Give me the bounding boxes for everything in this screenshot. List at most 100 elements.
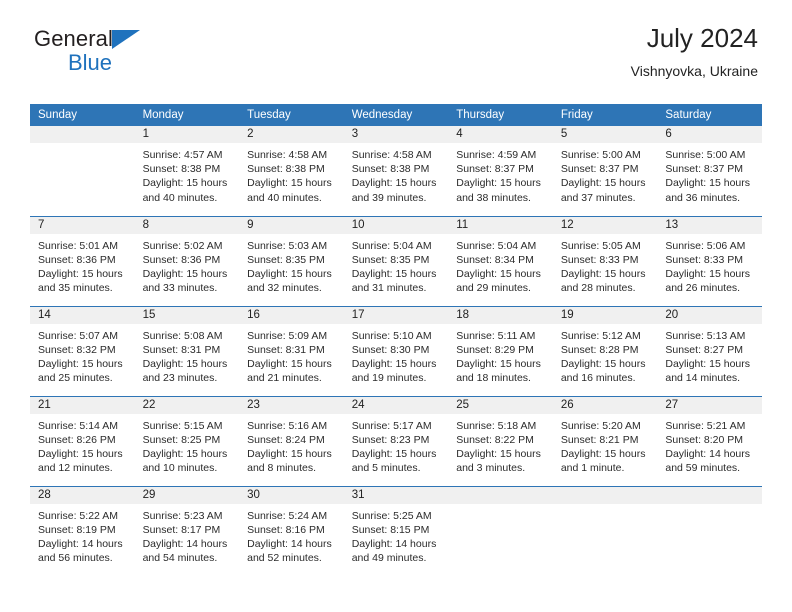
daylight-text-line1: Daylight: 14 hours [247,537,332,550]
sunrise-text: Sunrise: 4:58 AM [351,149,432,161]
day-cell[interactable] [552,485,658,576]
day-number: 9 [239,216,344,234]
daylight-text-line1: Daylight: 15 hours [456,357,541,370]
day-details: Sunrise: 5:08 AM Sunset: 8:31 PM Dayligh… [135,324,240,386]
day-cell[interactable]: 23 Sunrise: 5:16 AM Sunset: 8:24 PM Dayl… [239,395,344,486]
day-cell[interactable]: 24 Sunrise: 5:17 AM Sunset: 8:23 PM Dayl… [343,395,449,486]
day-cell[interactable]: 11 Sunrise: 5:04 AM Sunset: 8:34 PM Dayl… [448,215,553,306]
weekday-header-monday: Monday [134,104,240,126]
daylight-text-line1: Daylight: 14 hours [351,537,437,550]
sunrise-text: Sunrise: 5:16 AM [247,419,328,432]
logo-word-blue: Blue [68,50,113,75]
day-cell[interactable]: 30 Sunrise: 5:24 AM Sunset: 8:16 PM Dayl… [239,485,344,576]
sunset-text: Sunset: 8:27 PM [665,343,744,356]
week-row: 1 Sunrise: 4:57 AM Sunset: 8:38 PM Dayli… [30,126,762,216]
logo-word-general: General [34,26,113,51]
sunset-text: Sunset: 8:21 PM [560,433,639,446]
week-row: 21 Sunrise: 5:14 AM Sunset: 8:26 PM Dayl… [30,395,762,486]
day-cell[interactable]: 19 Sunrise: 5:12 AM Sunset: 8:28 PM Dayl… [552,305,658,396]
day-number: 16 [239,306,344,324]
day-cell[interactable] [448,485,553,576]
day-cell[interactable]: 2 Sunrise: 4:58 AM Sunset: 8:38 PM Dayli… [239,126,344,216]
day-cell[interactable]: 1 Sunrise: 4:57 AM Sunset: 8:38 PM Dayli… [134,126,240,216]
daylight-text-line1: Daylight: 15 hours [351,267,437,280]
day-cell[interactable]: 12 Sunrise: 5:05 AM Sunset: 8:33 PM Dayl… [552,215,658,306]
weekday-header-thursday: Thursday [448,104,553,126]
day-number: 12 [552,216,658,234]
sunset-text: Sunset: 8:33 PM [560,253,639,266]
sunset-text: Sunset: 8:38 PM [142,163,221,176]
day-cell[interactable] [657,485,762,576]
daylight-text-line2: and 33 minutes. [142,282,218,295]
day-cell[interactable]: 14 Sunrise: 5:07 AM Sunset: 8:32 PM Dayl… [30,305,135,396]
sunset-text: Sunset: 8:33 PM [665,253,744,266]
daylight-text-line2: and 40 minutes. [142,191,218,204]
day-cell[interactable]: 9 Sunrise: 5:03 AM Sunset: 8:35 PM Dayli… [239,215,344,306]
day-cell[interactable]: 18 Sunrise: 5:11 AM Sunset: 8:29 PM Dayl… [448,305,553,396]
day-cell[interactable]: 17 Sunrise: 5:10 AM Sunset: 8:30 PM Dayl… [343,305,449,396]
daylight-text-line1: Daylight: 15 hours [351,177,437,190]
day-cell[interactable]: 6 Sunrise: 5:00 AM Sunset: 8:37 PM Dayli… [657,126,762,216]
day-number: 14 [30,306,135,324]
logo-top-row: General [34,28,140,50]
sunset-text: Sunset: 8:22 PM [456,433,534,446]
daylight-text-line2: and 36 minutes. [665,191,741,204]
daylight-text-line2: and 5 minutes. [351,462,421,475]
sunset-text: Sunset: 8:38 PM [247,163,325,176]
day-number: 27 [657,396,762,414]
sunrise-text: Sunrise: 5:03 AM [247,239,328,252]
daylight-text-line1: Daylight: 14 hours [665,447,751,460]
sunset-text: Sunset: 8:31 PM [247,343,325,356]
daylight-text-line2: and 14 minutes. [665,372,741,385]
day-cell[interactable]: 13 Sunrise: 5:06 AM Sunset: 8:33 PM Dayl… [657,215,762,306]
day-cell[interactable] [30,126,135,216]
day-cell[interactable]: 20 Sunrise: 5:13 AM Sunset: 8:27 PM Dayl… [657,305,762,396]
day-cell[interactable]: 31 Sunrise: 5:25 AM Sunset: 8:15 PM Dayl… [343,485,449,576]
day-cell[interactable]: 16 Sunrise: 5:09 AM Sunset: 8:31 PM Dayl… [239,305,344,396]
day-cell[interactable]: 10 Sunrise: 5:04 AM Sunset: 8:35 PM Dayl… [343,215,449,306]
day-cell[interactable]: 27 Sunrise: 5:21 AM Sunset: 8:20 PM Dayl… [657,395,762,486]
calendar-table: Sunday Monday Tuesday Wednesday Thursday… [30,104,762,576]
sunset-text: Sunset: 8:16 PM [247,523,325,536]
daylight-text-line1: Daylight: 15 hours [38,357,123,370]
day-number [657,486,762,504]
week-row: 28 Sunrise: 5:22 AM Sunset: 8:19 PM Dayl… [30,485,762,576]
day-cell[interactable]: 22 Sunrise: 5:15 AM Sunset: 8:25 PM Dayl… [134,395,240,486]
calendar-container: Sunday Monday Tuesday Wednesday Thursday… [30,104,762,576]
sunrise-text: Sunrise: 5:06 AM [665,239,746,252]
daylight-text-line2: and 54 minutes. [142,552,218,565]
sunset-text: Sunset: 8:38 PM [351,163,430,176]
day-cell[interactable]: 5 Sunrise: 5:00 AM Sunset: 8:37 PM Dayli… [552,126,658,216]
daylight-text-line2: and 18 minutes. [456,372,531,385]
sunrise-text: Sunrise: 5:05 AM [560,239,641,252]
day-cell[interactable]: 7 Sunrise: 5:01 AM Sunset: 8:36 PM Dayli… [30,215,135,306]
sunrise-text: Sunrise: 5:13 AM [665,329,746,342]
day-cell[interactable]: 26 Sunrise: 5:20 AM Sunset: 8:21 PM Dayl… [552,395,658,486]
daylight-text-line2: and 31 minutes. [351,282,427,295]
daylight-text-line2: and 23 minutes. [142,372,218,385]
day-cell[interactable]: 28 Sunrise: 5:22 AM Sunset: 8:19 PM Dayl… [30,485,135,576]
daylight-text-line1: Daylight: 15 hours [351,447,437,460]
day-number: 3 [343,126,449,143]
weekday-header-saturday: Saturday [657,104,762,126]
day-cell[interactable]: 29 Sunrise: 5:23 AM Sunset: 8:17 PM Dayl… [134,485,240,576]
day-number: 6 [657,126,762,143]
day-cell[interactable]: 25 Sunrise: 5:18 AM Sunset: 8:22 PM Dayl… [448,395,553,486]
day-details [448,504,553,509]
daylight-text-line1: Daylight: 15 hours [456,177,541,190]
sunset-text: Sunset: 8:29 PM [456,343,534,356]
general-blue-logo[interactable]: General Blue [34,28,140,74]
day-cell[interactable]: 21 Sunrise: 5:14 AM Sunset: 8:26 PM Dayl… [30,395,135,486]
day-number: 19 [552,306,658,324]
sunrise-text: Sunrise: 5:00 AM [560,149,641,161]
daylight-text-line2: and 49 minutes. [351,552,427,565]
daylight-text-line2: and 25 minutes. [38,372,113,385]
day-cell[interactable]: 4 Sunrise: 4:59 AM Sunset: 8:37 PM Dayli… [448,126,553,216]
sunrise-text: Sunrise: 5:01 AM [38,239,118,252]
sunrise-text: Sunrise: 5:10 AM [351,329,432,342]
day-number: 2 [239,126,344,143]
day-number [448,486,553,504]
day-cell[interactable]: 15 Sunrise: 5:08 AM Sunset: 8:31 PM Dayl… [134,305,240,396]
day-cell[interactable]: 8 Sunrise: 5:02 AM Sunset: 8:36 PM Dayli… [134,215,240,306]
day-cell[interactable]: 3 Sunrise: 4:58 AM Sunset: 8:38 PM Dayli… [343,126,449,216]
